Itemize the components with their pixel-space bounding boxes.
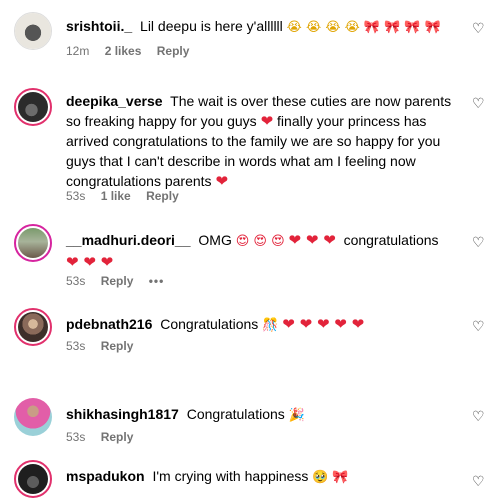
reply-button[interactable]: Reply [101,430,134,444]
avatar[interactable] [14,308,52,346]
comment-text-block: shikhasingh1817 Congratulations 🎉 [66,404,458,426]
avatar[interactable] [14,88,52,126]
more-options-icon[interactable]: ••• [149,274,165,288]
party-popper-icon: 🎉 [288,408,305,423]
comment-time: 53s [66,274,86,288]
red-heart-icon: ❤ [215,172,229,190]
crying-icon: 😭 😭 😭 😭 [286,20,360,35]
comment-username[interactable]: __madhuri.deori__ [66,232,191,248]
comment-text: I'm crying with happiness [152,468,309,484]
comment-time: 12m [66,44,90,58]
comment-time: 53s [66,339,86,353]
comment-meta: 53s Reply ••• [66,274,176,288]
love-eyes-icon: 😍 😍 😍 [235,234,285,249]
comment-username[interactable]: shikhasingh1817 [66,406,179,422]
comment-meta: 53s Reply [66,339,145,353]
red-heart-icon: ❤ ❤ ❤ [66,253,114,271]
like-heart-icon[interactable]: ♡ [472,236,486,250]
reply-button[interactable]: Reply [146,189,179,203]
comment-time: 53s [66,430,86,444]
comment-text-block: pdebnath216 Congratulations 🎊 ❤ ❤ ❤ ❤ ❤ [66,314,458,336]
red-heart-icon: ❤ ❤ ❤ ❤ ❤ [282,315,365,333]
comment-text-block: srishtoii._ Lil deepu is here y'allllll … [66,16,458,38]
comment-text: Congratulations [186,406,285,422]
comment-meta: 12m 2 likes Reply [66,44,201,58]
like-heart-icon[interactable]: ♡ [472,22,486,36]
comment-username[interactable]: mspadukon [66,468,145,484]
avatar[interactable] [14,398,52,436]
comment-meta: 53s Reply [66,430,145,444]
like-heart-icon[interactable]: ♡ [472,410,486,424]
avatar[interactable] [14,12,52,50]
avatar[interactable] [14,224,52,262]
bow-icon: 🎀 [332,470,349,485]
comment-text: congratulations [343,232,439,248]
comment-text: OMG [198,232,232,248]
red-heart-icon: ❤ ❤ ❤ [288,231,336,249]
comment-meta: 53s 1 like Reply [66,189,191,203]
tearful-face-icon: 🥹 [312,470,329,485]
comment-username[interactable]: deepika_verse [66,93,163,109]
comment-likes[interactable]: 1 like [101,189,131,203]
avatar[interactable] [14,460,52,498]
reply-button[interactable]: Reply [101,274,134,288]
comment-text: Congratulations [160,316,259,332]
reply-button[interactable]: Reply [101,339,134,353]
comment-text-block: mspadukon I'm crying with happiness 🥹 🎀 [66,466,458,488]
comment-username[interactable]: pdebnath216 [66,316,152,332]
reply-button[interactable]: Reply [157,44,190,58]
comment-text-block: __madhuri.deori__ OMG 😍 😍 😍 ❤ ❤ ❤ congra… [66,230,458,272]
like-heart-icon[interactable]: ♡ [472,475,486,489]
comment-username[interactable]: srishtoii._ [66,18,132,34]
comment-time: 53s [66,189,86,203]
comment-text-block: deepika_verse The wait is over these cut… [66,91,458,191]
like-heart-icon[interactable]: ♡ [472,320,486,334]
confetti-icon: 🎊 [262,318,279,333]
comment-text: Lil deepu is here y'allllll [140,18,283,34]
like-heart-icon[interactable]: ♡ [472,97,486,111]
comment-likes[interactable]: 2 likes [105,44,142,58]
red-heart-icon: ❤ [260,112,274,130]
bow-icon: 🎀 🎀 🎀 🎀 [363,20,441,35]
